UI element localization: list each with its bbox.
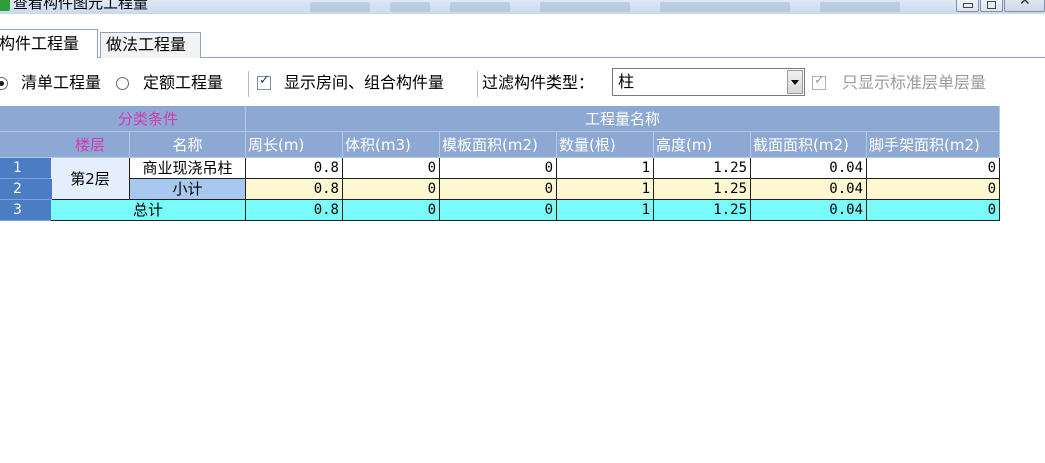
table-cell[interactable]: 1 [557, 158, 654, 179]
radio-bill-quantity[interactable] [0, 77, 8, 90]
total-cell[interactable]: 1.25 [654, 200, 751, 221]
table-cell[interactable]: 0.04 [751, 158, 867, 179]
column-header-name: 名称 [130, 132, 246, 158]
type-filter-label: 过滤构件类型： [482, 73, 595, 92]
subtotal-cell[interactable]: 0.8 [246, 179, 343, 200]
column-header: 高度(m) [654, 132, 751, 158]
close-icon: ✕ [1019, 0, 1031, 9]
total-cell[interactable]: 0.04 [751, 200, 867, 221]
subtotal-cell[interactable]: 0 [343, 179, 440, 200]
floor-cell[interactable]: 第2层 [51, 158, 130, 200]
column-header: 脚手架面积(m2) [867, 132, 1000, 158]
subtotal-cell[interactable]: 0 [867, 179, 1000, 200]
background-toolbar [300, 0, 920, 14]
row-number[interactable]: 1 [0, 158, 52, 179]
minimize-button[interactable] [956, 0, 979, 12]
close-button[interactable]: ✕ [1004, 0, 1045, 12]
subtotal-cell[interactable]: 0 [440, 179, 557, 200]
row-number[interactable]: 2 [0, 179, 52, 200]
table-cell[interactable]: 0 [440, 158, 557, 179]
table-cell[interactable]: 1.25 [654, 158, 751, 179]
std-floor-checkbox[interactable] [812, 73, 826, 90]
subtotal-cell[interactable]: 0.04 [751, 179, 867, 200]
toolbar-separator [248, 71, 249, 97]
chevron-down-icon[interactable] [787, 70, 803, 94]
column-header: 周长(m) [246, 132, 343, 158]
subtotal-cell[interactable]: 1.25 [654, 179, 751, 200]
radio-quota-quantity-label[interactable]: 定额工程量 [143, 72, 223, 94]
radio-bill-quantity-label[interactable]: 清单工程量 [21, 72, 101, 94]
minimize-icon [963, 3, 973, 8]
title-bar: 查看构件图元工程量 ✕ [0, 0, 1045, 14]
table-cell[interactable]: 0 [867, 158, 1000, 179]
total-cell[interactable]: 0 [440, 200, 557, 221]
std-floor-checkbox-label[interactable]: 只显示标准层单层量 [842, 72, 986, 94]
total-cell[interactable]: 0.8 [246, 200, 343, 221]
group-header-quantity: 工程量名称 [246, 106, 1000, 132]
tab-method-quantity[interactable]: 做法工程量 [100, 32, 201, 58]
column-header: 截面面积(m2) [751, 132, 867, 158]
window-title: 查看构件图元工程量 [13, 0, 149, 12]
type-filter-value: 柱 [618, 72, 635, 91]
show-room-checkbox[interactable] [257, 73, 271, 90]
column-header: 数量(根) [557, 132, 654, 158]
column-header: 模板面积(m2) [440, 132, 557, 158]
total-cell[interactable]: 0 [867, 200, 1000, 221]
filter-toolbar: 清单工程量 定额工程量 显示房间、组合构件量 过滤构件类型： 柱 只显示标准层单… [0, 67, 1045, 101]
app-icon [0, 0, 10, 11]
name-cell[interactable]: 商业现浇吊柱 [130, 158, 246, 179]
subtotal-cell[interactable]: 1 [557, 179, 654, 200]
type-filter-select[interactable]: 柱 [612, 68, 805, 96]
table-cell[interactable]: 0.8 [246, 158, 343, 179]
row-number[interactable]: 3 [0, 200, 52, 221]
table-corner [0, 106, 52, 132]
group-header-category: 分类条件 [51, 106, 246, 132]
radio-quota-quantity[interactable] [116, 77, 129, 90]
total-cell[interactable]: 1 [557, 200, 654, 221]
maximize-icon [987, 1, 996, 9]
column-header: 体积(m3) [343, 132, 440, 158]
show-room-checkbox-label[interactable]: 显示房间、组合构件量 [284, 72, 444, 94]
maximize-button[interactable] [980, 0, 1003, 12]
subtotal-label[interactable]: 小计 [130, 179, 246, 200]
total-label[interactable]: 总计 [51, 200, 246, 221]
tab-bar: 构件工程量 做法工程量 [0, 29, 1045, 58]
toolbar-separator [477, 71, 478, 97]
total-cell[interactable]: 0 [343, 200, 440, 221]
column-header-floor: 楼层 [51, 132, 130, 158]
table-cell[interactable]: 0 [343, 158, 440, 179]
row-number-header [0, 132, 52, 158]
tab-component-quantity[interactable]: 构件工程量 [0, 29, 98, 58]
